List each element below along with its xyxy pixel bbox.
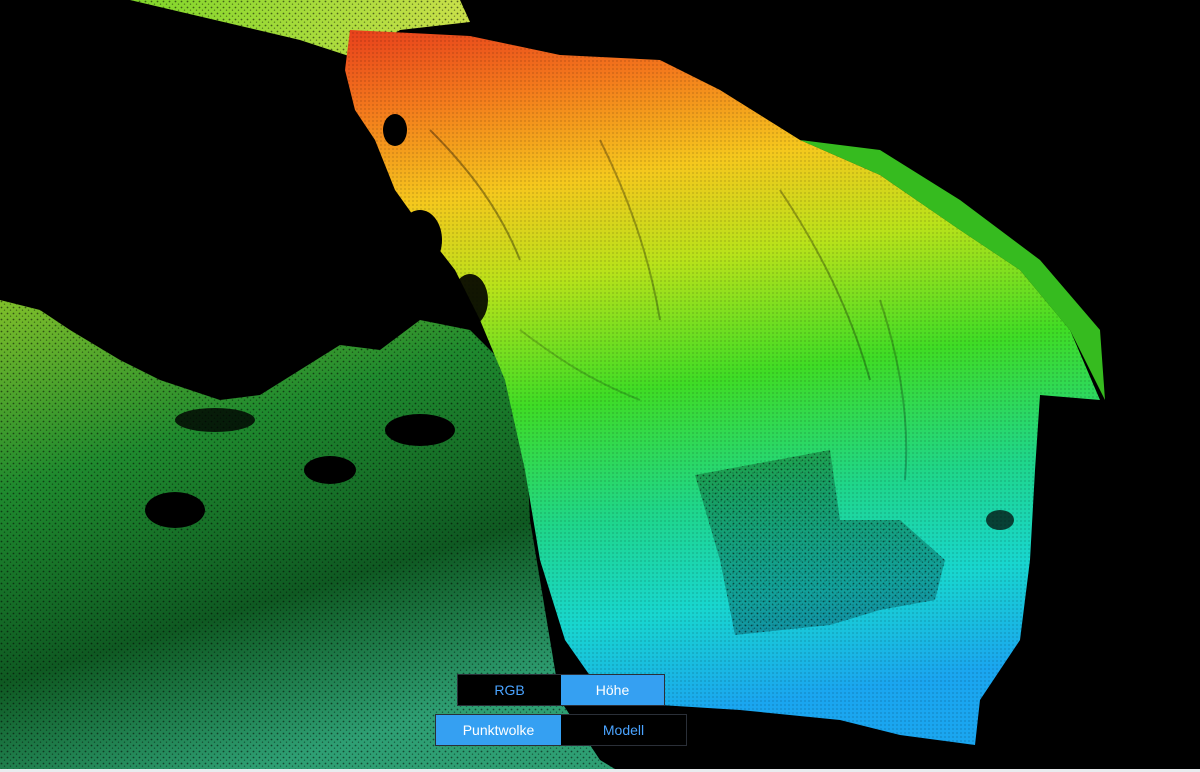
point-cloud-button[interactable]: Punktwolke <box>436 715 561 745</box>
render-mode-toggle: Punktwolke Modell <box>435 714 687 746</box>
model-button[interactable]: Modell <box>561 715 686 745</box>
color-mode-toggle: RGB Höhe <box>457 674 665 706</box>
rgb-button[interactable]: RGB <box>458 675 561 705</box>
height-button[interactable]: Höhe <box>561 675 664 705</box>
point-cloud-viewport[interactable] <box>0 0 1200 772</box>
point-cloud-canvas <box>0 0 1105 772</box>
